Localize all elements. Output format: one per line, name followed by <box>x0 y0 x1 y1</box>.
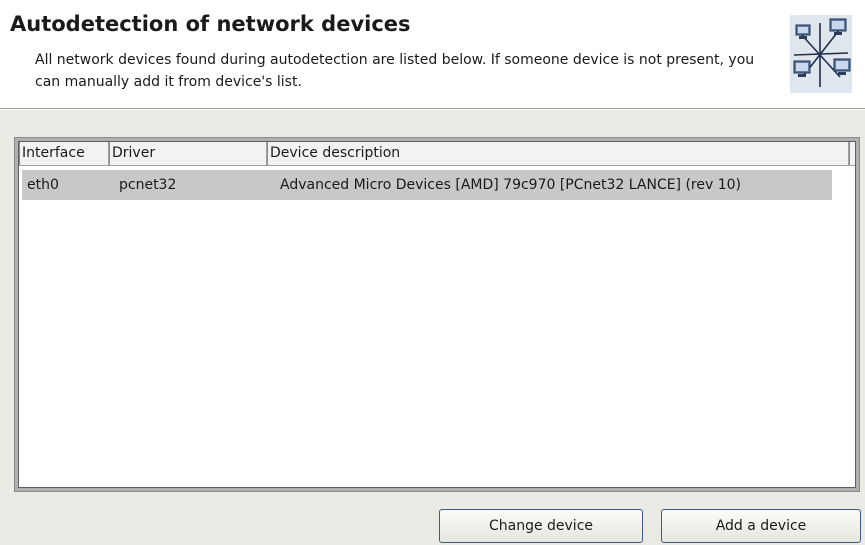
cell-driver: pcnet32 <box>119 177 177 193</box>
column-header-driver[interactable]: Driver <box>109 142 267 165</box>
cell-interface: eth0 <box>27 177 59 193</box>
device-list[interactable]: Interface Driver Device description eth0… <box>18 141 856 488</box>
column-header-filler <box>849 142 861 165</box>
column-header-interface[interactable]: Interface <box>19 142 109 165</box>
add-device-button[interactable]: Add a device <box>661 509 861 543</box>
page-description: All network devices found during autodet… <box>35 52 755 90</box>
page-title: Autodetection of network devices <box>10 12 411 36</box>
device-list-frame: Interface Driver Device description eth0… <box>14 137 860 492</box>
network-computers-icon <box>790 15 852 93</box>
cell-device-description: Advanced Micro Devices [AMD] 79c970 [PCn… <box>280 177 742 193</box>
change-device-button[interactable]: Change device <box>439 509 643 543</box>
header-panel: Autodetection of network devices All net… <box>0 0 865 108</box>
list-header: Interface Driver Device description <box>19 142 855 166</box>
column-header-device-description[interactable]: Device description <box>267 142 849 165</box>
list-item[interactable]: eth0 pcnet32 Advanced Micro Devices [AMD… <box>22 170 832 200</box>
